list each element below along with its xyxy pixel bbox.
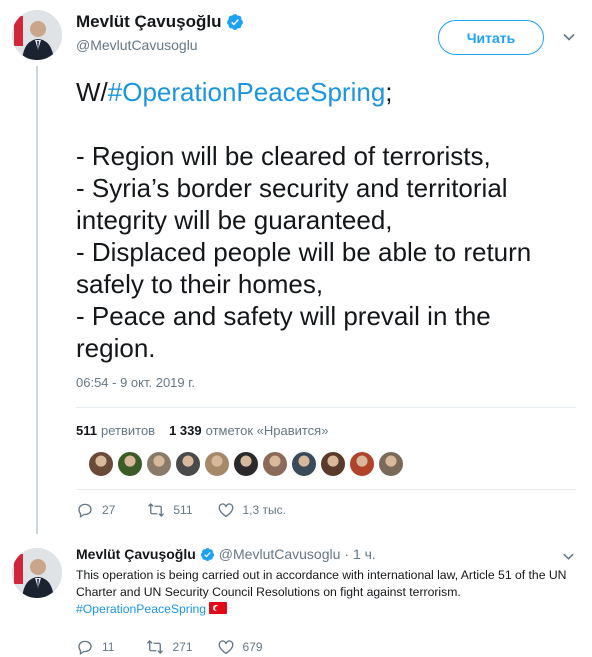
retweets-stat-count: 511: [76, 423, 97, 438]
liker-avatars: [88, 451, 407, 477]
reply-count: 11: [102, 640, 115, 654]
liker-avatar[interactable]: [349, 451, 375, 477]
tweet-actions: 27 511 1,3 тыс.: [76, 501, 310, 519]
follow-button[interactable]: Читать: [438, 20, 544, 55]
reply-actions: 11 271 679: [76, 638, 287, 656]
reply-button[interactable]: 27: [76, 501, 115, 519]
liker-avatar[interactable]: [262, 451, 288, 477]
reply-header: Mevlüt Çavuşoğlu @MevlutCavusoglu · 1 ч.: [76, 546, 376, 562]
like-count: 679: [242, 640, 263, 654]
author-avatar[interactable]: [12, 10, 62, 60]
author-display-name[interactable]: Mevlüt Çavuşoğlu: [76, 12, 221, 32]
heart-icon: [218, 503, 233, 518]
verified-badge-icon: [200, 547, 214, 561]
reply-author-handle[interactable]: @MevlutCavusoglu: [219, 546, 341, 562]
liker-avatar[interactable]: [117, 451, 143, 477]
reply-time[interactable]: · 1 ч.: [344, 546, 375, 562]
reply-count: 27: [102, 503, 116, 517]
likes-stat-label: отметок «Нравится»: [205, 423, 329, 438]
like-count: 1,3 тыс.: [242, 503, 286, 517]
reply-author-name[interactable]: Mevlüt Çavuşoğlu: [76, 546, 196, 562]
tweet-text-body: ; - Region will be cleared of terrorists…: [76, 77, 532, 363]
reply-icon: [78, 503, 92, 519]
hashtag-link[interactable]: #OperationPeaceSpring: [108, 77, 386, 107]
like-button[interactable]: 1,3 тыс.: [217, 501, 286, 519]
liker-avatar[interactable]: [291, 451, 317, 477]
retweet-count: 511: [173, 503, 193, 517]
chevron-down-icon[interactable]: [562, 550, 575, 563]
likes-stat[interactable]: 1 339 отметок «Нравится»: [169, 423, 328, 438]
divider: [76, 407, 576, 408]
reply-author-avatar[interactable]: [12, 548, 62, 598]
retweet-button[interactable]: 511: [147, 501, 193, 519]
engagement-stats: 511 ретвитов 1 339 отметок «Нравится»: [76, 423, 328, 438]
tweet-text: W/#OperationPeaceSpring; - Region will b…: [76, 76, 576, 364]
liker-avatar[interactable]: [378, 451, 404, 477]
like-button[interactable]: 679: [217, 638, 263, 656]
retweet-icon: [147, 640, 164, 654]
liker-avatar[interactable]: [175, 451, 201, 477]
reply-text: This operation is being carried out in a…: [76, 567, 586, 618]
likes-stat-count: 1 339: [169, 423, 202, 438]
retweets-stat[interactable]: 511 ретвитов: [76, 423, 155, 438]
retweet-icon: [148, 503, 165, 517]
reply-hashtag-link[interactable]: #OperationPeaceSpring: [76, 602, 206, 616]
liker-avatar[interactable]: [204, 451, 230, 477]
liker-avatar[interactable]: [233, 451, 259, 477]
heart-icon: [218, 640, 233, 655]
turkish-flag-icon: [209, 602, 228, 614]
author-handle[interactable]: @MevlutCavusoglu: [76, 37, 198, 53]
verified-badge-icon: [227, 14, 244, 30]
retweets-stat-label: ретвитов: [100, 423, 156, 438]
retweet-button[interactable]: 271: [146, 638, 193, 656]
liker-avatar[interactable]: [320, 451, 346, 477]
liker-avatar[interactable]: [88, 451, 114, 477]
chevron-down-icon[interactable]: [562, 30, 576, 44]
tweet-text-prefix: W/: [76, 77, 108, 107]
reply-text-body: This operation is being carried out in a…: [76, 568, 567, 599]
retweet-count: 271: [172, 640, 193, 654]
reply-icon: [78, 640, 92, 656]
divider: [76, 489, 576, 490]
thread-connector: [36, 66, 38, 534]
reply-button[interactable]: 11: [76, 638, 114, 656]
tweet-timestamp[interactable]: 06:54 - 9 окт. 2019 г.: [76, 375, 195, 390]
liker-avatar[interactable]: [146, 451, 172, 477]
